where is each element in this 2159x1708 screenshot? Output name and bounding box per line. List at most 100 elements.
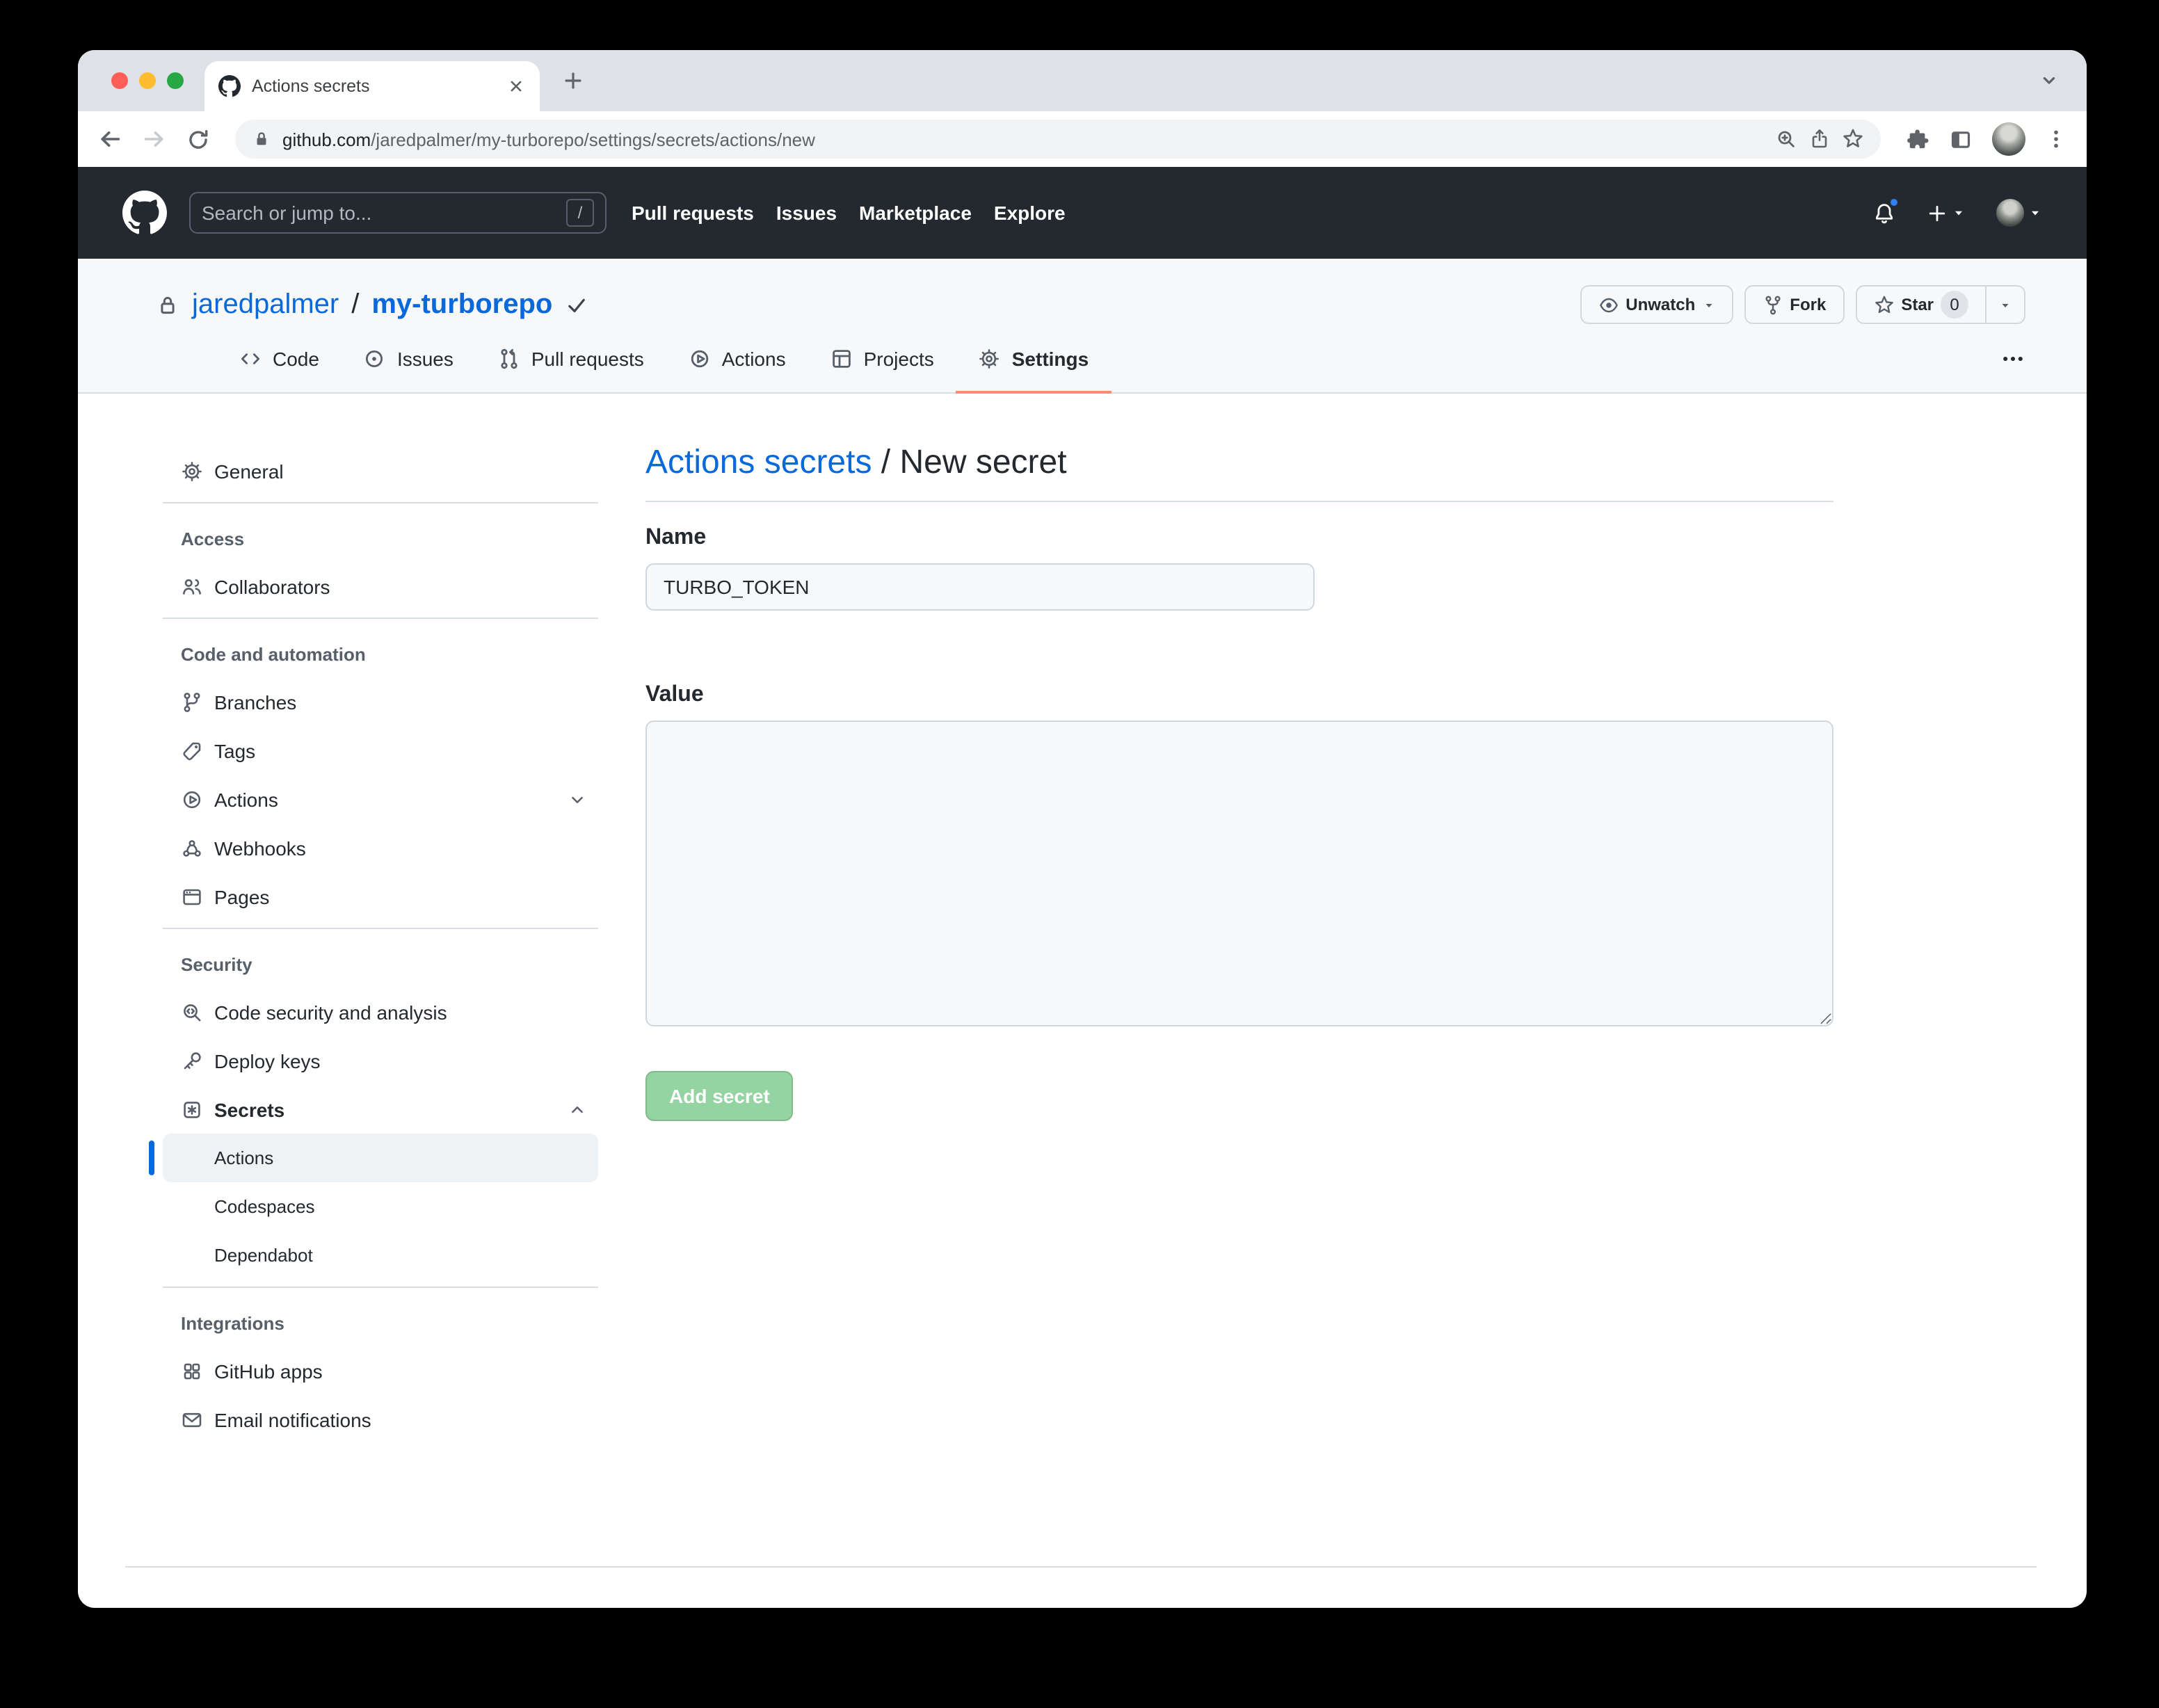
back-icon[interactable] [97, 127, 122, 152]
notifications-bell-icon[interactable] [1872, 195, 1900, 225]
browser-tab[interactable]: Actions secrets [204, 61, 540, 111]
chevron-up-icon [568, 1099, 587, 1119]
sidebar-item-branches[interactable]: Branches [163, 677, 598, 726]
browser-icon [183, 888, 201, 905]
secret-value-textarea[interactable] [645, 720, 1833, 1026]
tab-projects[interactable]: Projects [808, 327, 956, 394]
sidebar-divider [163, 1287, 598, 1288]
sidebar-section-access: Access [181, 528, 245, 549]
star-button-group: Star 0 [1855, 285, 2025, 324]
play-circle-icon [183, 790, 201, 808]
sidebar-item-email-notifications[interactable]: Email notifications [163, 1395, 598, 1444]
forward-icon[interactable] [142, 127, 167, 152]
nav-pull-requests[interactable]: Pull requests [632, 202, 754, 224]
tab-search-chevron-icon[interactable] [2039, 71, 2059, 90]
breadcrumb-current: New secret [899, 444, 1067, 481]
browser-tab-strip: Actions secrets [78, 50, 2087, 111]
toolbar-right [1906, 122, 2067, 156]
nav-marketplace[interactable]: Marketplace [859, 202, 972, 224]
sidebar-actions-label: Actions [214, 788, 278, 810]
user-avatar [1996, 199, 2024, 227]
nav-explore[interactable]: Explore [994, 202, 1066, 224]
sidebar-secrets-actions-label: Actions [214, 1147, 274, 1168]
branch-icon [184, 692, 200, 711]
url-text: github.com/jaredpalmer/my-turborepo/sett… [282, 129, 815, 150]
github-search-input[interactable]: Search or jump to... / [189, 192, 607, 234]
zoom-icon[interactable] [1775, 128, 1797, 150]
tab-overflow-kebab-icon[interactable] [2000, 346, 2025, 371]
sidebar-item-code-security[interactable]: Code security and analysis [163, 988, 598, 1036]
unread-notification-dot [1888, 195, 1900, 208]
sidebar-item-webhooks[interactable]: Webhooks [163, 823, 598, 872]
sidebar-secrets-dependabot-label: Dependabot [214, 1245, 313, 1266]
tab-pull-requests[interactable]: Pull requests [476, 327, 666, 394]
sidebar-item-secrets-dependabot[interactable]: Dependabot [163, 1231, 598, 1280]
new-tab-button[interactable] [562, 70, 584, 92]
value-field-label: Value [645, 683, 704, 707]
sidebar-item-general[interactable]: General [163, 446, 598, 495]
mail-icon [182, 1412, 202, 1427]
secret-name-input[interactable] [645, 563, 1315, 611]
sidebar-collaborators-label: Collaborators [214, 575, 330, 597]
key-icon [184, 1052, 201, 1069]
people-icon [183, 578, 201, 594]
apps-grid-icon [184, 1362, 200, 1379]
tab-code-label: Code [273, 348, 319, 370]
sidebar-item-tags[interactable]: Tags [163, 726, 598, 775]
star-button[interactable]: Star 0 [1855, 285, 1987, 324]
fork-button[interactable]: Fork [1744, 285, 1845, 324]
close-tab-icon[interactable] [506, 76, 526, 96]
repo-name-link[interactable]: my-turborepo [371, 289, 552, 321]
repo-owner-link[interactable]: jaredpalmer [192, 289, 339, 321]
minimize-window-button[interactable] [139, 72, 156, 89]
tab-actions[interactable]: Actions [666, 327, 808, 394]
close-window-button[interactable] [111, 72, 128, 89]
sidebar-item-secrets-actions[interactable]: Actions [149, 1134, 598, 1182]
github-nav: Pull requests Issues Marketplace Explore [632, 202, 1066, 224]
main-panel: Actions secrets / New secret Name Value … [645, 394, 1833, 1444]
settings-sidebar: General Access Collaborators Code and au… [149, 394, 598, 1444]
sidebar-item-secrets-codespaces[interactable]: Codespaces [163, 1182, 598, 1231]
side-panel-icon[interactable] [1949, 127, 1973, 151]
tab-code[interactable]: Code [217, 327, 342, 394]
unwatch-button[interactable]: Unwatch [1580, 285, 1733, 324]
add-secret-button[interactable]: Add secret [645, 1071, 794, 1121]
sidebar-item-secrets[interactable]: Secrets [163, 1085, 598, 1134]
breadcrumb-actions-secrets-link[interactable]: Actions secrets [645, 444, 872, 481]
share-icon[interactable] [1808, 128, 1831, 150]
star-count-badge: 0 [1941, 291, 1968, 319]
sidebar-item-collaborators[interactable]: Collaborators [163, 562, 598, 611]
sidebar-item-github-apps[interactable]: GitHub apps [163, 1346, 598, 1395]
sidebar-item-deploy-keys[interactable]: Deploy keys [163, 1036, 598, 1085]
github-header-right [1872, 195, 2042, 227]
create-new-menu[interactable] [1927, 202, 1966, 223]
sidebar-item-actions[interactable]: Actions [163, 775, 598, 823]
sidebar-tags-label: Tags [214, 739, 256, 762]
user-menu[interactable] [1996, 199, 2042, 227]
check-icon [565, 293, 588, 316]
github-logo-icon[interactable] [122, 191, 167, 235]
sidebar-branches-label: Branches [214, 691, 297, 713]
tab-issues[interactable]: Issues [342, 327, 476, 394]
secret-asterisk-icon [184, 1101, 200, 1118]
extensions-puzzle-icon[interactable] [1906, 127, 1929, 151]
zoom-window-button[interactable] [167, 72, 184, 89]
fork-label: Fork [1790, 295, 1827, 314]
browser-menu-icon[interactable] [2045, 128, 2067, 150]
reload-icon[interactable] [186, 127, 210, 151]
star-dropdown-button[interactable] [1987, 285, 2025, 324]
sidebar-item-pages[interactable]: Pages [163, 872, 598, 921]
bookmark-star-icon[interactable] [1842, 128, 1864, 150]
browser-profile-avatar[interactable] [1992, 122, 2025, 156]
sidebar-pages-label: Pages [214, 885, 270, 908]
slash-key-hint: / [566, 199, 594, 227]
tag-icon [183, 741, 201, 760]
page-title: Actions secrets / New secret [645, 438, 1833, 488]
tab-settings[interactable]: Settings [956, 327, 1111, 394]
github-favicon [218, 75, 241, 97]
private-lock-icon [156, 293, 179, 316]
unwatch-label: Unwatch [1626, 295, 1696, 314]
nav-issues[interactable]: Issues [776, 202, 837, 224]
url-bar[interactable]: github.com/jaredpalmer/my-turborepo/sett… [235, 120, 1881, 159]
tab-projects-label: Projects [863, 348, 934, 370]
